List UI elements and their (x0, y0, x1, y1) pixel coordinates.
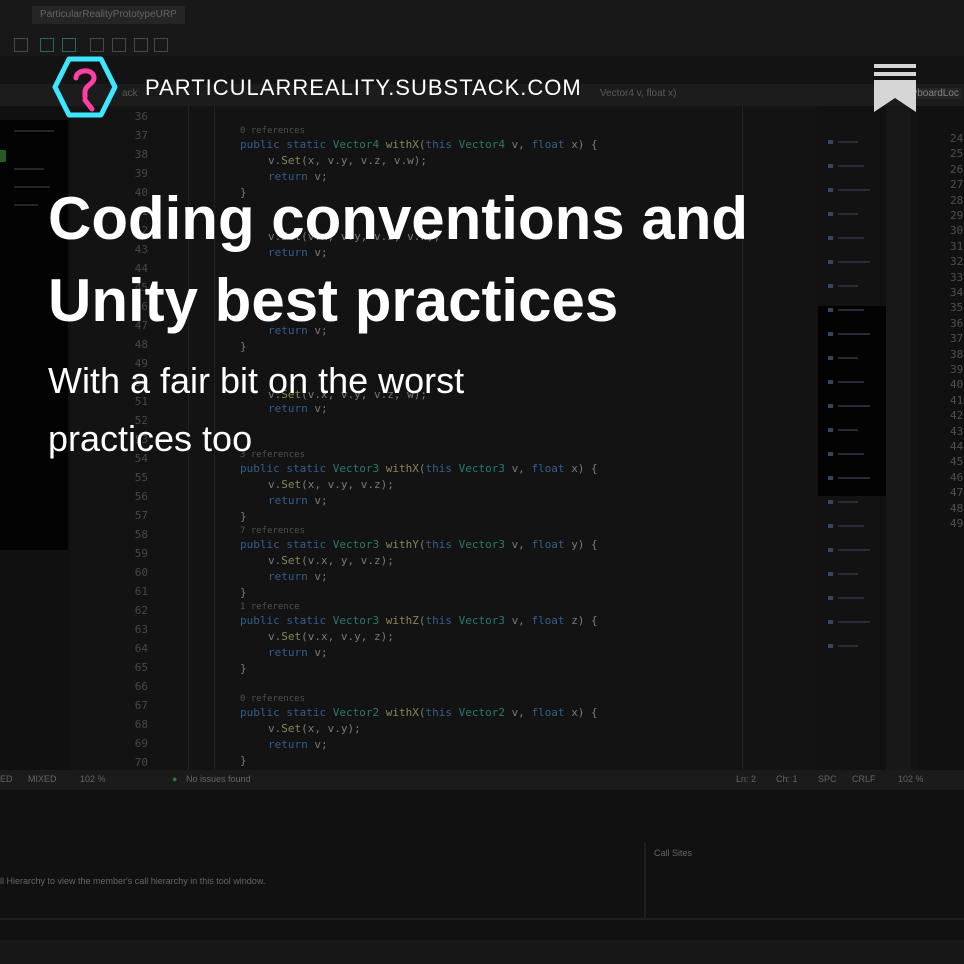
article-subtitle: With a fair bit on the worst practices t… (48, 352, 748, 468)
hexagon-question-logo (52, 56, 118, 118)
bookmark-icon[interactable] (874, 64, 916, 112)
dark-overlay (0, 0, 964, 964)
title-line: Coding conventions and (48, 185, 748, 252)
article-title: Coding conventions and Unity best practi… (48, 178, 928, 342)
site-url[interactable]: PARTICULARREALITY.SUBSTACK.COM (145, 75, 582, 101)
subtitle-line: practices too (48, 418, 253, 459)
title-line: Unity best practices (48, 267, 619, 334)
subtitle-line: With a fair bit on the worst (48, 360, 465, 401)
